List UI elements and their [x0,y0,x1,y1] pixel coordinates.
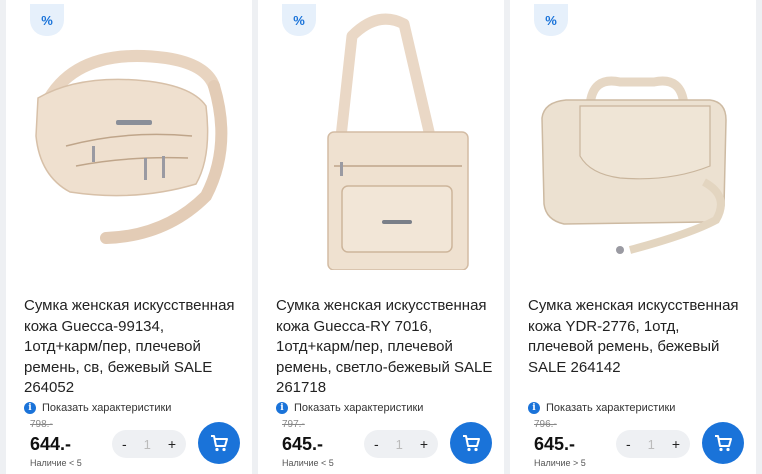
product-title[interactable]: Сумка женская искусственная кожа Guecca-… [24,296,244,399]
cart-icon [211,435,228,452]
product-card[interactable]: % Сумка женская искусственная кожа Guecc… [6,0,252,474]
quantity-increase-button[interactable]: + [420,436,428,452]
old-price: 796.- [534,419,557,430]
cart-icon [463,435,480,452]
product-image[interactable] [268,6,494,270]
show-characteristics-link[interactable]: i Показать характеристики [276,400,423,416]
product-image[interactable] [16,6,242,270]
show-characteristics-link[interactable]: i Показать характеристики [528,400,675,416]
price: 644.- [30,434,72,454]
show-characteristics-label: Показать характеристики [42,402,172,414]
quantity-decrease-button[interactable]: - [626,436,631,452]
add-to-cart-button[interactable] [702,422,744,464]
quantity-stepper: - 1 + [364,430,438,458]
show-characteristics-link[interactable]: i Показать характеристики [24,400,171,416]
old-price: 798.- [30,419,53,430]
add-to-cart-button[interactable] [450,422,492,464]
quantity-decrease-button[interactable]: - [122,436,127,452]
percent-icon: % [293,12,305,28]
discount-badge: % [534,4,568,36]
product-title[interactable]: Сумка женская искусственная кожа Guecca-… [276,296,496,399]
cart-icon [715,435,732,452]
info-icon: i [24,402,36,414]
quantity-decrease-button[interactable]: - [374,436,379,452]
percent-icon: % [41,12,53,28]
info-icon: i [528,402,540,414]
quantity-input[interactable]: 1 [396,437,403,452]
product-title[interactable]: Сумка женская искусственная кожа YDR-277… [528,296,748,378]
show-characteristics-label: Показать характеристики [546,402,676,414]
price: 645.- [282,434,324,454]
product-card[interactable]: % Сумка женская искусственная кожа Guecc… [258,0,504,474]
discount-badge: % [30,4,64,36]
old-price: 797.- [282,419,305,430]
quantity-stepper: - 1 + [616,430,690,458]
quantity-input[interactable]: 1 [144,437,151,452]
product-card[interactable]: % Сумка женская искусственная кожа YDR-2… [510,0,756,474]
stock-status: Наличие < 5 [282,458,334,468]
stock-status: Наличие > 5 [534,458,586,468]
quantity-increase-button[interactable]: + [168,436,176,452]
product-image[interactable] [520,6,746,270]
add-to-cart-button[interactable] [198,422,240,464]
quantity-increase-button[interactable]: + [672,436,680,452]
percent-icon: % [545,12,557,28]
discount-badge: % [282,4,316,36]
show-characteristics-label: Показать характеристики [294,402,424,414]
stock-status: Наличие < 5 [30,458,82,468]
price: 645.- [534,434,576,454]
quantity-input[interactable]: 1 [648,437,655,452]
info-icon: i [276,402,288,414]
bag-image [541,76,727,254]
bag-image [35,49,228,244]
product-grid: % Сумка женская искусственная кожа Guecc… [0,0,762,474]
quantity-stepper: - 1 + [112,430,186,458]
bag-image [327,13,469,270]
